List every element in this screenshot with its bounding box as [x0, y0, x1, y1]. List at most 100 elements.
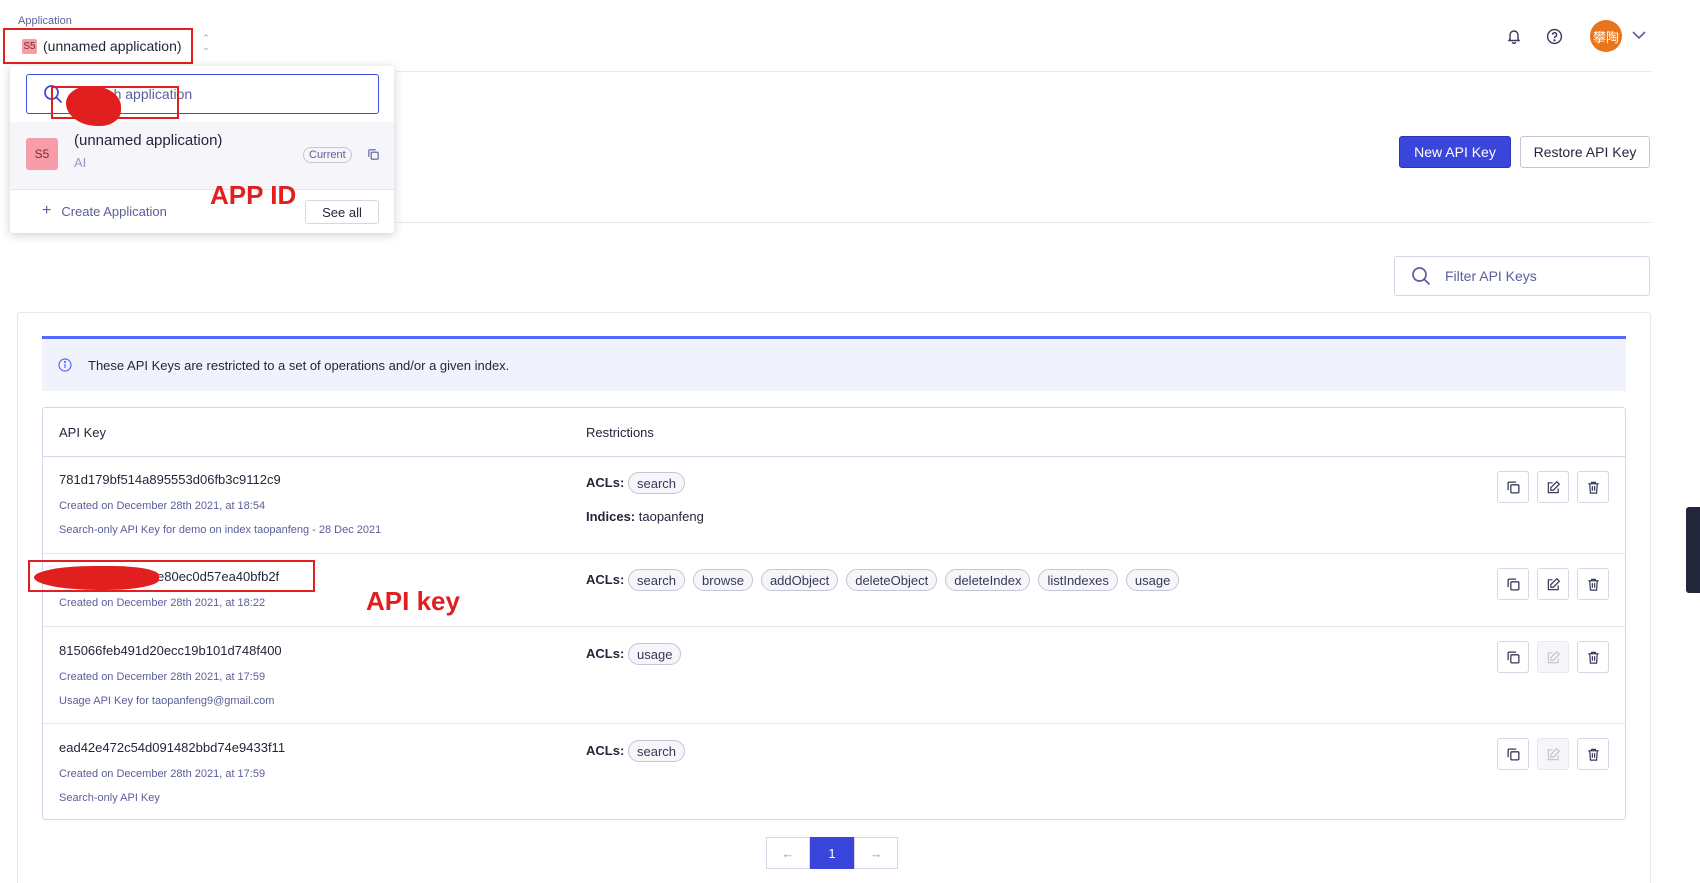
indices-value: taopanfeng: [638, 509, 704, 524]
edit-icon: [1546, 577, 1561, 592]
current-badge: Current: [303, 147, 352, 163]
next-page-button[interactable]: →: [854, 837, 898, 869]
acl-chip: deleteObject: [846, 569, 938, 591]
copy-key-button[interactable]: [1497, 568, 1529, 600]
info-banner-text: These API Keys are restricted to a set o…: [88, 357, 510, 373]
chevron-down-icon[interactable]: [1630, 26, 1648, 44]
copy-icon[interactable]: [367, 148, 381, 162]
sort-arrows-icon[interactable]: ⌃ ⌄: [201, 34, 211, 54]
api-key-description: Usage API Key for taopanfeng9@gmail.com: [59, 695, 275, 707]
acl-chip: usage: [628, 643, 682, 665]
row-actions: [1497, 568, 1609, 600]
row-divider: [43, 723, 1625, 724]
restore-api-key-button[interactable]: Restore API Key: [1520, 136, 1650, 168]
copy-key-button[interactable]: [1497, 641, 1529, 673]
delete-key-button[interactable]: [1577, 738, 1609, 770]
api-key-value: 781d179bf514a895553d06fb3c9112c9: [59, 472, 281, 487]
edit-icon: [1546, 480, 1561, 495]
page-1-button[interactable]: 1: [810, 837, 854, 869]
acls-label: ACLs:: [586, 475, 625, 490]
side-widget-tab[interactable]: [1686, 507, 1700, 593]
help-icon[interactable]: [1544, 26, 1564, 46]
row-divider: [43, 626, 1625, 627]
api-key-created: Created on December 28th 2021, at 17:59: [59, 768, 266, 780]
pagination: ← 1 →: [766, 837, 898, 869]
column-header-restrictions: Restrictions: [586, 425, 654, 440]
app-id: AI: [74, 155, 87, 170]
copy-icon: [1506, 577, 1521, 592]
plus-icon: +: [42, 202, 52, 219]
acl-chip: search: [628, 472, 686, 494]
row-actions: [1497, 738, 1609, 770]
tabs-divider: [397, 222, 1651, 223]
create-application-label: Create Application: [61, 203, 167, 219]
copy-icon: [1506, 480, 1521, 495]
info-banner: These API Keys are restricted to a set o…: [42, 336, 1626, 391]
selected-app-name: (unnamed application): [43, 38, 182, 54]
acl-chips: usage: [628, 643, 682, 665]
user-avatar[interactable]: 攀陶: [1590, 20, 1622, 52]
acls-label: ACLs:: [586, 646, 625, 661]
row-actions: [1497, 471, 1609, 503]
column-header-api-key: API Key: [59, 425, 106, 440]
dropdown-divider: [10, 189, 394, 190]
api-key-created: Created on December 28th 2021, at 18:54: [59, 500, 266, 512]
acl-chips: search: [628, 472, 686, 494]
edit-key-button: [1537, 738, 1569, 770]
annotation-api-key: API key: [366, 586, 460, 616]
new-api-key-button[interactable]: New API Key: [1399, 136, 1511, 168]
acl-chip: search: [628, 740, 686, 762]
api-key-value: ead42e472c54d091482bbd74e9433f11: [59, 740, 286, 755]
api-keys-table: [42, 407, 1626, 820]
delete-key-button[interactable]: [1577, 641, 1609, 673]
acl-chips: search: [628, 740, 686, 762]
copy-key-button[interactable]: [1497, 471, 1529, 503]
api-key-value: 815066feb491d20ecc19b101d748f400: [59, 643, 282, 658]
indices-label: Indices:: [586, 509, 636, 524]
edit-key-button[interactable]: [1537, 568, 1569, 600]
app-badge: S5: [26, 138, 58, 170]
table-header-divider: [43, 456, 1625, 457]
acl-chip: usage: [1125, 569, 1180, 591]
api-key-description: Search-only API Key for demo on index ta…: [59, 524, 382, 536]
row-divider: [43, 553, 1625, 554]
acl-chip: listIndexes: [1038, 569, 1118, 591]
trash-icon: [1586, 577, 1601, 592]
trash-icon: [1586, 480, 1601, 495]
trash-icon: [1586, 747, 1601, 762]
edit-icon: [1546, 650, 1561, 665]
annotation-box-app-id: [51, 86, 179, 119]
acls-label: ACLs:: [586, 743, 625, 758]
copy-key-button[interactable]: [1497, 738, 1529, 770]
acl-chip: deleteIndex: [945, 569, 1031, 591]
acls-label: ACLs:: [586, 572, 625, 587]
indices-row: Indices: taopanfeng: [586, 509, 704, 524]
trash-icon: [1586, 650, 1601, 665]
copy-icon: [1506, 747, 1521, 762]
prev-page-button[interactable]: ←: [766, 837, 810, 869]
header-divider: [397, 71, 1651, 72]
application-label: Application: [18, 15, 72, 27]
search-icon: [1412, 267, 1431, 286]
info-icon: [58, 358, 72, 372]
filter-api-keys-input[interactable]: [1445, 268, 1635, 284]
create-application-link[interactable]: + Create Application: [42, 202, 167, 220]
filter-api-keys-field[interactable]: [1394, 256, 1650, 296]
api-key-created: Created on December 28th 2021, at 17:59: [59, 671, 266, 683]
bell-icon[interactable]: [1504, 26, 1524, 46]
edit-icon: [1546, 747, 1561, 762]
delete-key-button[interactable]: [1577, 471, 1609, 503]
see-all-button[interactable]: See all: [305, 200, 379, 224]
row-actions: [1497, 641, 1609, 673]
edit-key-button[interactable]: [1537, 471, 1569, 503]
annotation-app-id: APP ID: [210, 180, 297, 210]
application-selector[interactable]: S5 (unnamed application): [3, 28, 193, 64]
annotation-box-api-key: [28, 560, 315, 592]
application-list-item[interactable]: S5 (unnamed application) AI Current: [10, 122, 394, 189]
delete-key-button[interactable]: [1577, 568, 1609, 600]
acl-chip: addObject: [760, 569, 839, 591]
app-badge: S5: [22, 38, 37, 54]
edit-key-button: [1537, 641, 1569, 673]
acl-chips: search browse addObject deleteObject deleteI…: [628, 569, 1180, 591]
app-name: (unnamed application): [74, 132, 223, 149]
